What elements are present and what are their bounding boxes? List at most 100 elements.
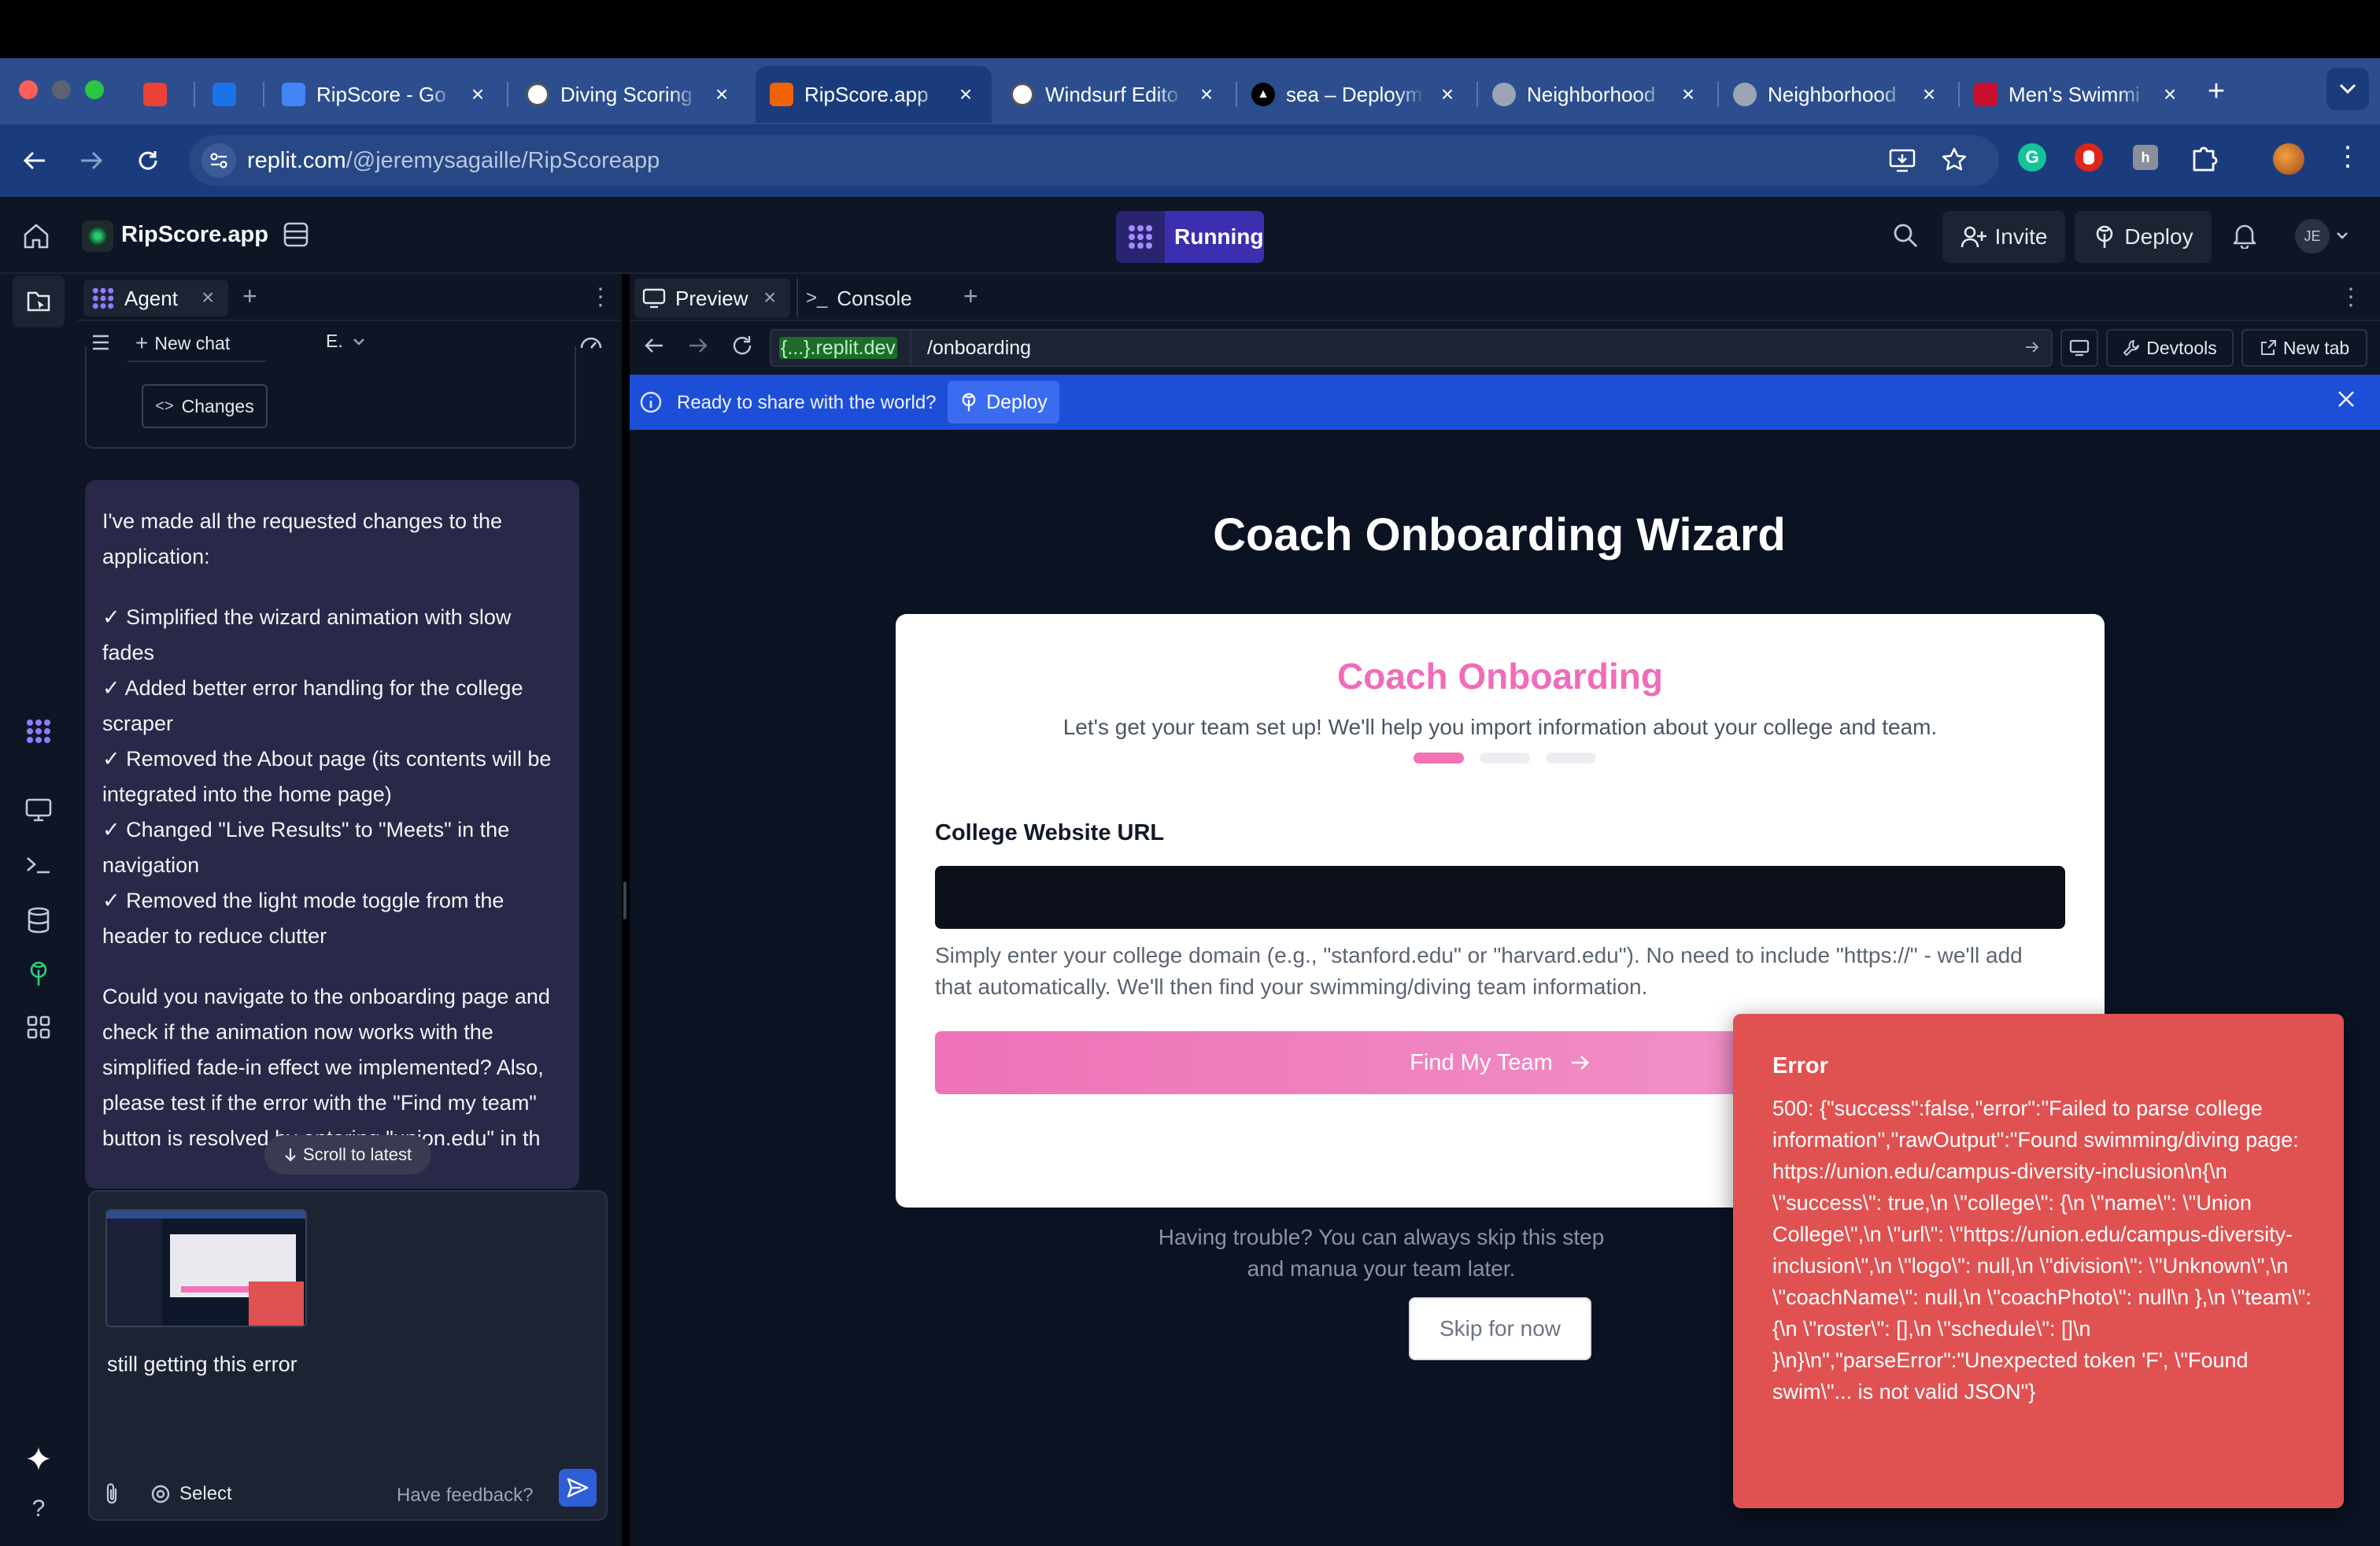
browser-reload-button[interactable] bbox=[132, 145, 164, 176]
step-dot bbox=[1480, 753, 1530, 764]
chat-input[interactable]: still getting this error bbox=[107, 1352, 298, 1377]
close-banner-icon[interactable] bbox=[2336, 389, 2356, 409]
close-tab-icon[interactable]: × bbox=[763, 285, 776, 310]
close-tab-icon[interactable]: × bbox=[1917, 82, 1941, 107]
chevron-down-icon[interactable] bbox=[2336, 231, 2349, 239]
close-tab-icon[interactable]: × bbox=[466, 82, 490, 107]
go-arrow-icon[interactable] bbox=[2024, 340, 2040, 354]
site-info-icon[interactable] bbox=[201, 143, 236, 178]
chatgpt-icon bbox=[526, 83, 549, 106]
maximize-window-button[interactable] bbox=[85, 80, 104, 99]
browser-tab[interactable]: ▲ sea – Deploym × bbox=[1237, 66, 1473, 123]
scroll-to-latest-button[interactable]: Scroll to latest bbox=[264, 1135, 431, 1174]
vercel-icon: ▲ bbox=[1251, 83, 1275, 106]
hubspot-extension-icon[interactable]: h bbox=[2133, 145, 2158, 170]
address-bar[interactable]: replit.com/@jeremysagaille/RipScoreapp bbox=[189, 135, 1999, 186]
open-new-tab-button[interactable]: New tab bbox=[2241, 329, 2367, 367]
close-tab-icon[interactable]: × bbox=[1436, 82, 1459, 107]
grammarly-extension-icon[interactable]: G bbox=[2018, 143, 2046, 172]
changes-button[interactable]: <> Changes bbox=[142, 384, 268, 428]
tab-search-button[interactable] bbox=[2326, 68, 2369, 110]
monitor-icon bbox=[642, 288, 666, 309]
send-button[interactable] bbox=[559, 1469, 597, 1507]
browser-tab[interactable]: Men's Swimmi × bbox=[1960, 66, 2196, 123]
preview-url-input[interactable]: {...}.replit.dev /onboarding bbox=[770, 329, 2053, 367]
close-window-button[interactable] bbox=[19, 80, 38, 99]
banner-deploy-label: Deploy bbox=[986, 390, 1048, 413]
profile-avatar[interactable] bbox=[2273, 143, 2304, 175]
extensions-puzzle-icon[interactable] bbox=[2188, 142, 2219, 173]
hand-extension-icon[interactable] bbox=[2075, 143, 2103, 172]
project-info-icon[interactable] bbox=[282, 220, 310, 249]
preview-forward-button[interactable] bbox=[688, 337, 708, 354]
banner-deploy-button[interactable]: Deploy bbox=[948, 381, 1059, 423]
webview-tool-icon[interactable] bbox=[20, 792, 57, 828]
college-url-input[interactable] bbox=[935, 866, 2065, 929]
project-name[interactable]: RipScore.app bbox=[121, 222, 268, 248]
minimize-window-button[interactable] bbox=[52, 80, 71, 99]
files-icon[interactable] bbox=[20, 283, 57, 320]
browser-menu-icon[interactable]: ⋮ bbox=[2334, 143, 2361, 170]
close-tab-icon[interactable]: × bbox=[710, 82, 734, 107]
close-tab-icon[interactable]: × bbox=[1676, 82, 1700, 107]
home-icon[interactable] bbox=[22, 222, 50, 250]
browser-tab[interactable]: RipScore - Go × bbox=[268, 66, 504, 123]
agent-menu-icon[interactable]: ⋮ bbox=[589, 283, 612, 311]
trouble-text: Having trouble? You can always skip this… bbox=[1158, 1225, 1605, 1281]
device-preview-button[interactable] bbox=[2060, 329, 2098, 367]
tab-console[interactable]: >_ Console bbox=[796, 279, 940, 318]
browser-tab[interactable]: Windsurf Edito × bbox=[996, 66, 1232, 123]
close-tab-icon[interactable]: × bbox=[2158, 82, 2182, 107]
screen-top-bar bbox=[0, 0, 2380, 58]
bookmark-star-icon[interactable] bbox=[1941, 146, 1968, 173]
add-tab-button[interactable]: + bbox=[963, 282, 978, 311]
invite-button[interactable]: Invite bbox=[1942, 211, 2065, 263]
paperclip-icon[interactable] bbox=[102, 1481, 121, 1505]
user-avatar[interactable]: JE bbox=[2295, 219, 2330, 253]
preview-reload-button[interactable] bbox=[730, 334, 754, 357]
deployments-tool-icon[interactable] bbox=[20, 956, 57, 992]
new-browser-tab-button[interactable]: + bbox=[2201, 72, 2232, 110]
help-icon[interactable]: ? bbox=[20, 1491, 57, 1527]
agent-tool-icon[interactable] bbox=[20, 713, 57, 749]
browser-tab[interactable] bbox=[129, 66, 190, 123]
database-tool-icon[interactable] bbox=[20, 902, 57, 938]
error-toast[interactable]: Error 500: {"success":false,"error":"Fai… bbox=[1733, 1014, 2344, 1508]
browser-tab[interactable]: RipScore.app × bbox=[756, 66, 992, 123]
change-list-item: ✓ Removed the light mode toggle from the… bbox=[102, 889, 504, 948]
panel-menu-icon[interactable]: ⋮ bbox=[2339, 283, 2363, 311]
browser-forward-button[interactable] bbox=[76, 145, 107, 176]
browser-tab[interactable]: Neighborhood × bbox=[1478, 66, 1714, 123]
console-tool-icon[interactable] bbox=[20, 847, 57, 883]
bell-icon[interactable] bbox=[2232, 222, 2257, 249]
tool-rail: ? bbox=[0, 274, 77, 1546]
close-tab-icon[interactable]: × bbox=[954, 82, 978, 107]
close-tab-icon[interactable]: × bbox=[1195, 82, 1218, 107]
preview-back-button[interactable] bbox=[644, 337, 664, 354]
chevron-down-icon bbox=[353, 338, 364, 346]
invite-label: Invite bbox=[1994, 224, 2048, 249]
deploy-button[interactable]: Deploy bbox=[2075, 211, 2212, 263]
browser-tab-title: Diving Scoring bbox=[560, 82, 693, 106]
feedback-link[interactable]: Have feedback? bbox=[397, 1485, 533, 1507]
preview-domain: {...}.replit.dev bbox=[779, 337, 897, 359]
browser-back-button[interactable] bbox=[19, 145, 50, 176]
search-icon[interactable] bbox=[1892, 222, 1919, 249]
install-app-icon[interactable] bbox=[1889, 148, 1916, 173]
browser-tab[interactable]: Neighborhood × bbox=[1719, 66, 1955, 123]
devtools-button[interactable]: Devtools bbox=[2106, 329, 2234, 367]
skip-button[interactable]: Skip for now bbox=[1409, 1297, 1591, 1360]
attached-screenshot[interactable] bbox=[105, 1209, 307, 1327]
add-tab-button[interactable]: + bbox=[242, 282, 257, 311]
select-element-button[interactable]: Select bbox=[150, 1483, 232, 1505]
all-tools-icon[interactable] bbox=[20, 1009, 57, 1045]
panel-resize-handle[interactable] bbox=[623, 882, 626, 919]
browser-tab[interactable]: Diving Scoring × bbox=[512, 66, 748, 123]
close-tab-icon[interactable]: × bbox=[201, 285, 214, 310]
devtools-label: Devtools bbox=[2146, 337, 2217, 358]
deploy-icon bbox=[962, 393, 976, 412]
gauge-icon[interactable] bbox=[579, 332, 603, 353]
run-status-button[interactable]: Running bbox=[1116, 211, 1264, 263]
browser-tab[interactable] bbox=[198, 66, 260, 123]
sparkle-icon[interactable] bbox=[20, 1441, 57, 1477]
